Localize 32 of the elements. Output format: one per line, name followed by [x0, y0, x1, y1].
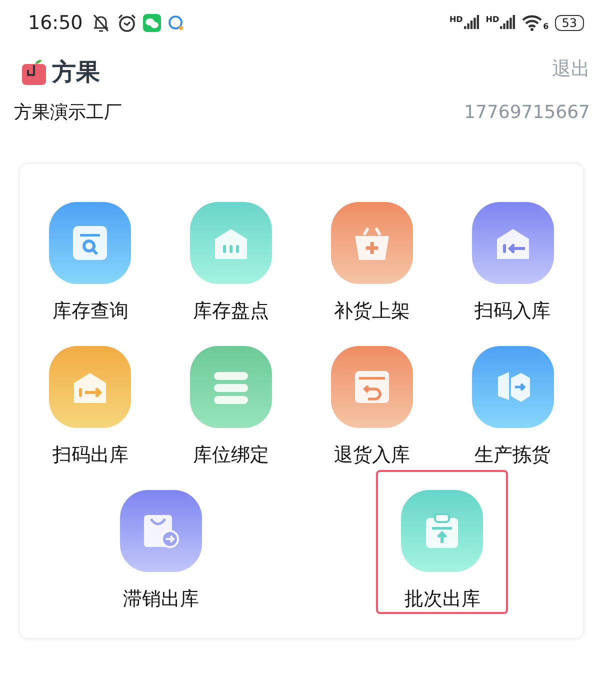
menu-tile[interactable]: 库存盘点: [165, 182, 298, 326]
apple-logo-icon: [22, 59, 46, 85]
tile-icon: [424, 513, 460, 549]
phone-number: 17769715667: [464, 102, 590, 122]
alarm-clock-icon: [116, 13, 137, 33]
menu-tile[interactable]: 批次出库: [376, 470, 508, 614]
menu-tile[interactable]: 扫码入库: [446, 182, 579, 326]
menu-tile[interactable]: 退货入库: [306, 326, 438, 470]
signal-bars-icon: [500, 15, 516, 31]
bell-muted-icon: [90, 13, 111, 33]
clock-time: 16:50: [28, 12, 83, 34]
tile-icon: [354, 225, 390, 261]
menu-tile[interactable]: 生产拣货: [446, 326, 579, 470]
network-type-label: HD: [486, 15, 500, 24]
message-bubble-icon: [166, 14, 185, 32]
menu-tile[interactable]: 滞销出库: [94, 470, 227, 614]
battery-level: 53: [554, 15, 584, 31]
company-name: 方果演示工厂: [14, 101, 122, 124]
menu-tile[interactable]: 补货上架: [306, 182, 438, 326]
menu-tile[interactable]: 库位绑定: [165, 326, 298, 470]
signal-bars-icon: [464, 15, 480, 31]
wifi-label: 6: [543, 22, 549, 31]
menu-tile[interactable]: 扫码出库: [24, 326, 156, 470]
tile-icon: [142, 513, 179, 549]
app-name: 方果: [52, 57, 100, 88]
tile-icon: [72, 225, 108, 261]
network-type-label: HD: [449, 15, 463, 24]
tile-icon: [354, 369, 390, 405]
wifi-icon: [522, 15, 542, 31]
menu-tile[interactable]: 库存查询: [24, 182, 156, 326]
tile-icon: [213, 369, 250, 405]
chat-app-icon: [142, 14, 161, 32]
